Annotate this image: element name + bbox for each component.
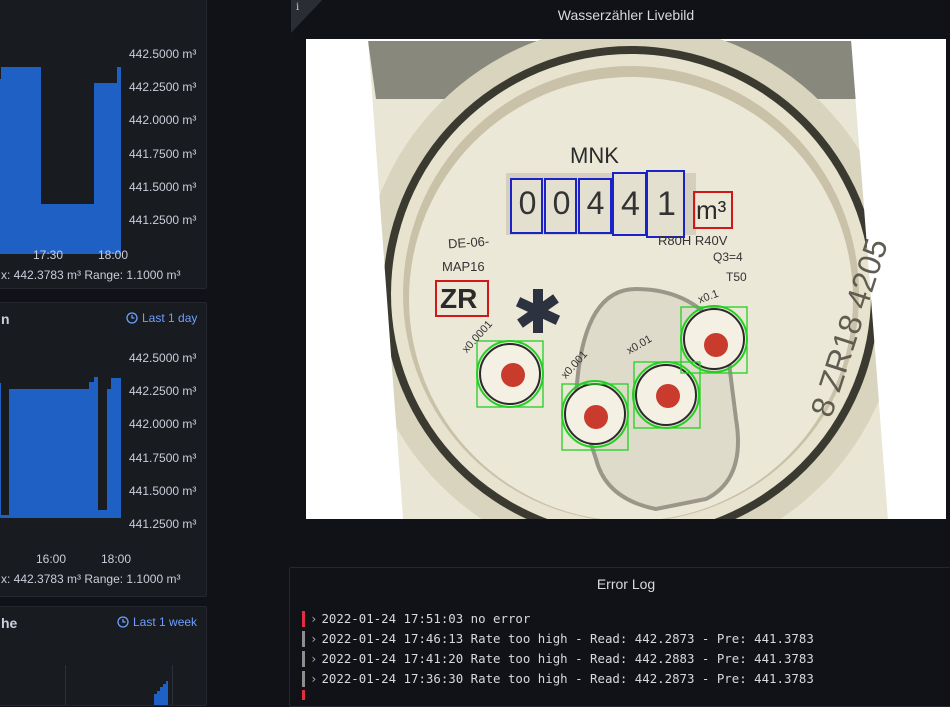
- log-text: 2022-01-24 17:36:30 Rate too high - Read…: [321, 671, 814, 686]
- y-tick-label: 441.5000 m³: [129, 484, 197, 498]
- meter-digit: 0: [518, 185, 537, 221]
- log-level-indicator: [302, 631, 305, 647]
- chevron-right-icon: ›: [310, 611, 318, 626]
- meter-live-image: 8 ZR18 4205 MNK 0 0 4 4 1 m³ DE-06- R80H…: [306, 39, 946, 519]
- livebild-panel: i Wasserzähler Livebild 8 ZR18 4205 MNK …: [290, 0, 950, 536]
- log-text: 2022-01-24 17:46:13 Rate too high - Read…: [321, 631, 814, 646]
- clock-icon: [117, 616, 129, 628]
- y-tick-label: 442.0000 m³: [129, 113, 197, 127]
- panel-title: he: [1, 615, 18, 631]
- meter-spec: R80H R40V: [658, 233, 728, 248]
- chevron-right-icon: ›: [310, 651, 318, 666]
- bar-series-week: [154, 681, 168, 705]
- meter-spec: Q3=4: [713, 250, 743, 264]
- bar-series-top: [0, 67, 121, 254]
- meter-chart-panel-top: 442.5000 m³ 442.2500 m³ 442.0000 m³ 441.…: [0, 0, 207, 289]
- meter-digit: 4: [621, 185, 640, 223]
- log-text: 2022-01-24 17:41:20 Rate too high - Read…: [321, 651, 814, 666]
- log-row[interactable]: › 2022-01-24 17:46:13 Rate too high - Rea…: [302, 630, 814, 648]
- meter-chart-week: [154, 681, 168, 705]
- meter-digit: 1: [657, 185, 676, 223]
- meter-serial: DE-06-: [447, 233, 490, 252]
- meter-spec: T50: [726, 270, 747, 284]
- y-tick-label: 441.2500 m³: [129, 213, 197, 227]
- chart-stats: x: 442.3783 m³ Range: 1.1000 m³: [1, 268, 181, 282]
- log-row[interactable]: › 2022-01-24 17:36:30 Rate too high - Rea…: [302, 670, 814, 688]
- meter-digit: 0: [552, 185, 571, 221]
- y-tick-label: 441.7500 m³: [129, 451, 197, 465]
- y-tick-label: 442.5000 m³: [129, 351, 197, 365]
- y-tick-label: 441.5000 m³: [129, 180, 197, 194]
- log-row[interactable]: › 2022-01-24 17:51:03 no error: [302, 610, 530, 628]
- log-level-indicator: [302, 690, 305, 700]
- time-range-badge[interactable]: Last 1 day: [126, 311, 197, 325]
- info-icon[interactable]: i: [296, 2, 299, 13]
- y-tick-label: 442.0000 m³: [129, 417, 197, 431]
- chart-stats: x: 442.3783 m³ Range: 1.1000 m³: [1, 572, 181, 586]
- panel-title: Wasserzähler Livebild: [557, 7, 695, 23]
- chevron-right-icon: ›: [310, 671, 318, 686]
- meter-model: MAP16: [442, 259, 485, 274]
- chevron-right-icon: ›: [310, 631, 318, 646]
- y-tick-label: 442.5000 m³: [129, 47, 197, 61]
- log-level-indicator: [302, 611, 305, 627]
- y-tick-label: 441.2500 m³: [129, 517, 197, 531]
- time-range-badge[interactable]: Last 1 week: [117, 615, 197, 629]
- meter-chart-panel-week: he Last 1 week: [0, 606, 207, 706]
- x-tick-label: 18:00: [100, 552, 132, 566]
- error-log-panel: Error Log › 2022-01-24 17:51:03 no error …: [289, 567, 950, 707]
- x-tick-label: 16:00: [35, 552, 67, 566]
- x-tick-label: 18:00: [97, 248, 129, 262]
- meter-digit: 4: [586, 185, 605, 221]
- bar-series-day: [0, 377, 121, 518]
- meter-chart-panel-day: n Last 1 day 442.5000 m³ 442.2500 m³ 442…: [0, 302, 207, 597]
- meter-unit: m³: [696, 195, 727, 225]
- clock-icon: [126, 312, 138, 324]
- meter-chart-day: [0, 377, 121, 518]
- log-level-indicator: [302, 671, 305, 687]
- log-level-indicator: [302, 651, 305, 667]
- grid-line: [65, 665, 66, 705]
- log-text: 2022-01-24 17:51:03 no error: [321, 611, 531, 626]
- panel-title: Error Log: [596, 576, 656, 592]
- time-range-label: Last 1 week: [133, 615, 198, 629]
- time-range-label: Last 1 day: [142, 311, 198, 325]
- y-tick-label: 442.2500 m³: [129, 80, 197, 94]
- y-tick-label: 442.2500 m³: [129, 384, 197, 398]
- meter-brand: MNK: [570, 143, 619, 168]
- log-row[interactable]: › 2022-01-24 17:41:20 Rate too high - Rea…: [302, 650, 814, 668]
- y-tick-label: 441.7500 m³: [129, 147, 197, 161]
- meter-chart-top: [0, 67, 121, 254]
- meter-zr-label: ZR: [440, 283, 478, 314]
- x-tick-label: 17:30: [32, 248, 64, 262]
